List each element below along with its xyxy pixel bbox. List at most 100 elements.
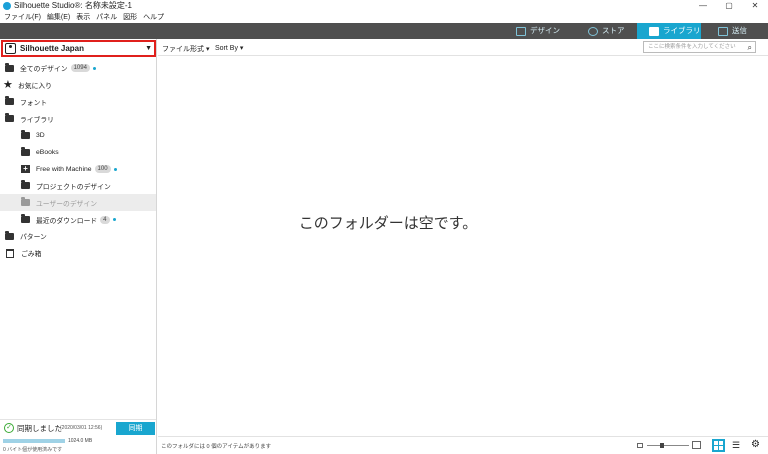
- folder-label: プロジェクトのデザイン: [36, 183, 111, 191]
- storage-bar: [3, 439, 65, 443]
- menu-panel[interactable]: パネル: [96, 12, 117, 23]
- folder-user-designs[interactable]: ユーザーのデザイン: [0, 194, 156, 212]
- folder-library[interactable]: ライブラリ: [0, 110, 156, 127]
- file-format-label: ファイル形式: [162, 46, 204, 53]
- menu-bar: ファイル(F) 編集(E) 表示 パネル 図形 ヘルプ: [0, 12, 768, 23]
- folder-label: ライブラリ: [20, 116, 54, 124]
- menu-file[interactable]: ファイル(F): [4, 12, 41, 23]
- list-view-button[interactable]: ☰: [732, 441, 741, 450]
- menu-shape[interactable]: 図形: [123, 12, 137, 23]
- folder-label: パターン: [20, 234, 47, 242]
- account-selector[interactable]: Silhouette Japan ▼: [1, 40, 156, 57]
- folder-3d[interactable]: 3D: [0, 127, 156, 144]
- search-placeholder: ここに検索条件を入力してください: [648, 44, 736, 50]
- folder-icon: [21, 130, 30, 140]
- sync-panel: ✓ 同期しました (2020/03/01 12:56) 同期 1024.0 MB…: [0, 419, 156, 454]
- trash-icon: [6, 248, 14, 258]
- menu-view[interactable]: 表示: [76, 12, 90, 23]
- user-icon: [5, 43, 16, 54]
- folder-fonts[interactable]: フォント: [0, 94, 156, 111]
- maximize-button[interactable]: ▢: [716, 0, 742, 12]
- tab-send[interactable]: 送信: [706, 23, 768, 39]
- menu-edit[interactable]: 編集(E): [47, 12, 70, 23]
- library-sidebar: Silhouette Japan ▼ 全てのデザイン 1094 ★ お気に入り …: [0, 39, 157, 454]
- tab-store-label: ストア: [602, 26, 625, 35]
- app-logo-icon: [3, 2, 11, 10]
- account-name: Silhouette Japan: [20, 44, 85, 53]
- menu-help[interactable]: ヘルプ: [143, 12, 164, 23]
- module-tab-bar: デザイン ストア ライブラリ 送信: [0, 23, 768, 39]
- folder-label: ごみ箱: [21, 251, 42, 259]
- storage-used: 0 バイト個が使用済みです: [3, 447, 63, 453]
- folder-trash[interactable]: ごみ箱: [0, 245, 156, 262]
- count-badge: 4: [100, 215, 110, 224]
- folder-label: フォント: [20, 99, 48, 107]
- thumbnail-size-slider[interactable]: [647, 443, 689, 448]
- folder-tree: 全てのデザイン 1094 ★ お気に入り フォント ライブラリ 3D eBook…: [0, 60, 156, 262]
- search-icon[interactable]: ⌕: [748, 43, 752, 53]
- gear-icon[interactable]: ⚙: [751, 440, 760, 450]
- folder-label: ユーザーのデザイン: [36, 200, 98, 208]
- chevron-down-icon: ▾: [239, 45, 244, 52]
- folder-label: 最近のダウンロード: [36, 217, 98, 225]
- sync-button[interactable]: 同期: [116, 422, 155, 435]
- tab-store[interactable]: ストア: [576, 23, 636, 39]
- slider-handle[interactable]: [659, 443, 664, 448]
- sync-check-icon: ✓: [4, 423, 14, 433]
- tab-design-label: デザイン: [530, 26, 560, 35]
- folder-icon: [21, 146, 30, 156]
- folder-free-with-machine[interactable]: + Free with Machine 100: [0, 161, 156, 178]
- title-bar: Silhouette Studio®: 名称未設定-1 — ▢ ✕: [0, 0, 768, 12]
- storage-total: 1024.0 MB: [68, 438, 93, 444]
- count-badge: 100: [94, 165, 111, 174]
- item-count-text: このフォルダには 0 個のアイテムがあります: [161, 444, 272, 450]
- grid-view-button[interactable]: [712, 439, 725, 452]
- small-image-icon: [637, 443, 643, 448]
- tab-send-label: 送信: [732, 26, 747, 35]
- folder-recent-downloads[interactable]: 最近のダウンロード 4: [0, 211, 156, 228]
- folder-icon: [5, 230, 14, 240]
- large-image-icon: [692, 441, 701, 449]
- folder-project-designs[interactable]: プロジェクトのデザイン: [0, 178, 156, 195]
- window-title: Silhouette Studio®: 名称未設定-1: [14, 1, 132, 10]
- store-icon: [588, 26, 598, 36]
- folder-label: Free with Machine: [36, 165, 92, 173]
- empty-folder-message: このフォルダーは空です。: [298, 215, 478, 232]
- tab-library[interactable]: ライブラリ: [637, 23, 701, 39]
- chevron-down-icon: ▼: [145, 45, 152, 52]
- close-button[interactable]: ✕: [742, 0, 768, 12]
- folder-ebooks[interactable]: eBooks: [0, 144, 156, 161]
- count-badge: 1094: [70, 64, 90, 73]
- new-indicator: [113, 167, 117, 171]
- folder-label: 3D: [36, 132, 45, 140]
- storage-bar-fill: [3, 439, 65, 443]
- tab-design[interactable]: デザイン: [504, 23, 574, 39]
- new-indicator: [92, 66, 96, 70]
- folder-all-designs[interactable]: 全てのデザイン 1094: [0, 60, 156, 77]
- folder-open-icon: [5, 113, 14, 123]
- sync-status: 同期しました: [17, 424, 62, 433]
- folder-label: お気に入り: [18, 83, 52, 91]
- folder-plus-icon: +: [21, 165, 30, 174]
- folder-icon: [5, 96, 14, 106]
- chevron-down-icon: ▾: [205, 46, 210, 53]
- folder-label: 全てのデザイン: [20, 66, 68, 74]
- folder-favorites[interactable]: ★ お気に入り: [0, 77, 156, 94]
- tab-library-label: ライブラリ: [663, 26, 701, 35]
- file-format-dropdown[interactable]: ファイル形式 ▾: [162, 44, 209, 54]
- minimize-button[interactable]: —: [690, 0, 716, 12]
- grid-icon: [516, 26, 526, 36]
- folder-label: eBooks: [36, 148, 59, 156]
- folder-icon: [5, 62, 14, 72]
- search-input[interactable]: ここに検索条件を入力してください ⌕: [643, 41, 756, 53]
- sort-dropdown[interactable]: Sort By ▾: [215, 44, 243, 52]
- status-bar: このフォルダには 0 個のアイテムがあります ☰ ⚙: [158, 436, 768, 454]
- download-icon: [649, 26, 659, 36]
- new-indicator: [112, 218, 116, 222]
- library-toolbar: ファイル形式 ▾ Sort By ▾ ここに検索条件を入力してください ⌕: [158, 39, 768, 56]
- cutter-icon: [718, 26, 728, 36]
- app-window: Silhouette Studio®: 名称未設定-1 — ▢ ✕ ファイル(F…: [0, 0, 768, 454]
- sort-label: Sort By: [215, 45, 238, 52]
- folder-icon: [21, 214, 30, 224]
- folder-patterns[interactable]: パターン: [0, 228, 156, 245]
